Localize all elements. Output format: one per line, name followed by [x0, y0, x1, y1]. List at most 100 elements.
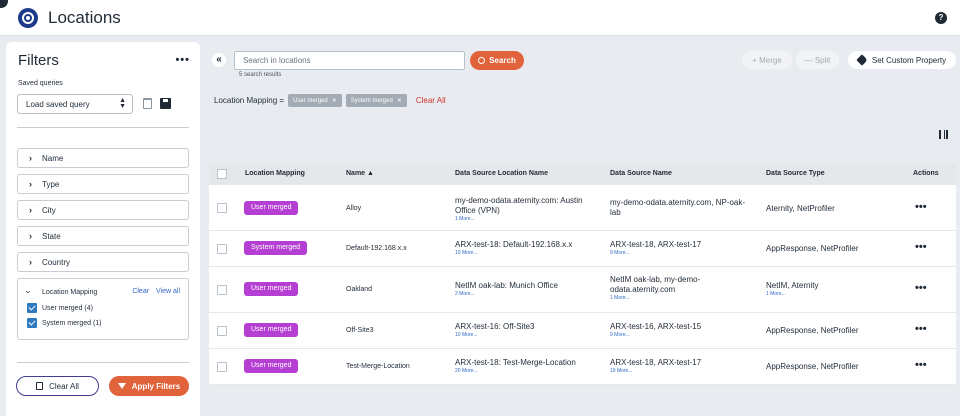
- facet-label[interactable]: Location Mapping: [42, 289, 97, 296]
- facet-type[interactable]: › Type: [17, 174, 189, 194]
- select-all-checkbox[interactable]: [217, 169, 227, 179]
- option-label: System merged (1): [42, 319, 102, 327]
- row-checkbox[interactable]: [217, 285, 227, 295]
- delete-query-icon[interactable]: [143, 98, 152, 109]
- ds-location-more-link[interactable]: 10 More...: [455, 250, 605, 257]
- table-row[interactable]: System merged Default-192.168.x.x ARX-te…: [209, 231, 956, 267]
- table-row[interactable]: User merged Alloy my-demo-odata.aternity…: [209, 185, 956, 231]
- facet-city[interactable]: › City: [17, 200, 189, 220]
- facet-label: Name: [42, 154, 64, 163]
- filters-panel: Filters ••• Saved queries Load saved que…: [6, 42, 200, 416]
- split-button[interactable]: — Split: [796, 51, 839, 69]
- remove-chip-icon[interactable]: ✕: [332, 98, 337, 104]
- select-arrows-icon: ▲ ▼: [119, 97, 126, 110]
- ds-type-more-link[interactable]: 1 More...: [766, 291, 818, 298]
- clear-all-button[interactable]: Clear All: [16, 376, 99, 396]
- app-logo-icon[interactable]: [18, 8, 38, 28]
- filters-title: Filters: [18, 52, 59, 69]
- ds-name-cell: NetIM oak-lab, my-demo-odata.aternity.co…: [610, 275, 750, 302]
- location-name[interactable]: Test-Merge-Location: [346, 363, 410, 370]
- ds-type: Aternity, NetProfiler: [766, 204, 835, 213]
- facet-view-all-link[interactable]: View all: [156, 288, 180, 295]
- table-row[interactable]: User merged Test-Merge-Location ARX-test…: [209, 349, 956, 385]
- ds-type: AppResponse, NetProfiler: [766, 244, 859, 253]
- column-header[interactable]: Location Mapping: [245, 170, 305, 177]
- ds-location-cell: ARX-test-18: Test-Merge-Location 20 More…: [455, 358, 605, 375]
- location-name[interactable]: Alloy: [346, 205, 361, 212]
- chevron-right-icon: ›: [29, 153, 32, 163]
- locations-table: Location Mapping Name ▲ Data Source Loca…: [209, 163, 956, 385]
- option-system-merged[interactable]: System merged (1): [27, 318, 102, 328]
- search-button[interactable]: Search: [470, 51, 524, 70]
- column-header[interactable]: Data Source Location Name: [455, 170, 548, 177]
- ds-name-more-link[interactable]: 1 More...: [610, 295, 750, 302]
- criteria-chip[interactable]: System merged ✕: [345, 94, 407, 107]
- column-header[interactable]: Data Source Type: [766, 170, 825, 177]
- table-row[interactable]: User merged Oakland NetIM oak-lab: Munic…: [209, 267, 956, 313]
- active-criteria: Location Mapping = User merged ✕ System m…: [214, 94, 446, 107]
- chevron-down-icon[interactable]: ›: [24, 291, 34, 294]
- tag-icon: [856, 54, 868, 66]
- ds-name-more-link[interactable]: 9 More...: [610, 250, 755, 257]
- facet-name[interactable]: › Name: [17, 148, 189, 168]
- facet-label: Type: [42, 180, 60, 189]
- checkbox-checked-icon[interactable]: [27, 303, 37, 313]
- row-actions-icon[interactable]: •••: [915, 241, 927, 253]
- column-header[interactable]: Name ▲: [346, 170, 374, 177]
- criteria-clear-all-link[interactable]: Clear All: [416, 96, 446, 105]
- row-actions-icon[interactable]: •••: [915, 282, 927, 294]
- ds-name-more-link[interactable]: 19 More...: [610, 368, 755, 375]
- set-custom-property-button[interactable]: Set Custom Property: [848, 51, 956, 69]
- location-name[interactable]: Default-192.168.x.x: [346, 245, 407, 252]
- ds-name: my-demo-odata.aternity.com, NP-oak-lab: [610, 198, 746, 217]
- facet-label: State: [42, 232, 61, 241]
- window-corner-icon: [0, 0, 8, 8]
- mapping-badge: User merged: [244, 201, 299, 215]
- saved-query-select-value: Load saved query: [26, 100, 90, 109]
- row-actions-icon[interactable]: •••: [915, 201, 927, 213]
- ds-location-more-link[interactable]: 1 More...: [455, 216, 595, 223]
- help-icon[interactable]: ?: [935, 12, 947, 24]
- checkbox-checked-icon[interactable]: [27, 318, 37, 328]
- location-name[interactable]: Oakland: [346, 286, 372, 293]
- row-checkbox[interactable]: [217, 326, 227, 336]
- save-query-icon[interactable]: [160, 98, 171, 109]
- facet-location-mapping: › Location Mapping Clear View all User m…: [17, 278, 189, 340]
- ds-name-more-link[interactable]: 9 More...: [610, 332, 755, 339]
- criteria-chip[interactable]: User merged ✕: [288, 94, 342, 107]
- search-input[interactable]: Search in locations: [234, 51, 465, 70]
- row-checkbox[interactable]: [217, 362, 227, 372]
- ds-location-more-link[interactable]: 2 More...: [455, 291, 605, 298]
- table-header: Location Mapping Name ▲ Data Source Loca…: [209, 163, 956, 185]
- location-name[interactable]: Off-Site3: [346, 327, 374, 334]
- column-chooser-icon[interactable]: [939, 130, 948, 139]
- ds-location-more-link[interactable]: 10 More...: [455, 332, 605, 339]
- ds-type: NetIM, Aternity: [766, 281, 819, 290]
- row-actions-icon[interactable]: •••: [915, 359, 927, 371]
- filters-more-icon[interactable]: •••: [175, 54, 190, 66]
- table-row[interactable]: User merged Off-Site3 ARX-test-16: Off-S…: [209, 313, 956, 349]
- ds-location-cell: ARX-test-18: Default-192.168.x.x 10 More…: [455, 240, 605, 257]
- option-user-merged[interactable]: User merged (4): [27, 303, 93, 313]
- ds-location: ARX-test-16: Off-Site3: [455, 322, 535, 331]
- saved-queries-label: Saved queries: [18, 80, 63, 87]
- ds-location-more-link[interactable]: 20 More...: [455, 368, 605, 375]
- merge-button[interactable]: + Merge: [742, 51, 792, 69]
- facet-country[interactable]: › Country: [17, 252, 189, 272]
- criteria-prefix: Location Mapping =: [214, 96, 285, 105]
- collapse-filters-button[interactable]: «: [212, 53, 226, 67]
- column-header[interactable]: Data Source Name: [610, 170, 672, 177]
- row-actions-icon[interactable]: •••: [915, 323, 927, 335]
- facet-clear-link[interactable]: Clear: [132, 288, 149, 295]
- search-button-label: Search: [489, 56, 516, 65]
- search-icon: [478, 57, 486, 64]
- facet-state[interactable]: › State: [17, 226, 189, 246]
- row-checkbox[interactable]: [217, 203, 227, 213]
- remove-chip-icon[interactable]: ✕: [397, 98, 402, 104]
- saved-query-select[interactable]: Load saved query ▲ ▼: [17, 94, 133, 114]
- row-checkbox[interactable]: [217, 244, 227, 254]
- ds-location: ARX-test-18: Default-192.168.x.x: [455, 240, 573, 249]
- mapping-badge: User merged: [244, 323, 299, 337]
- apply-filters-button[interactable]: Apply Filters: [109, 376, 189, 396]
- page-title: Locations: [48, 8, 121, 27]
